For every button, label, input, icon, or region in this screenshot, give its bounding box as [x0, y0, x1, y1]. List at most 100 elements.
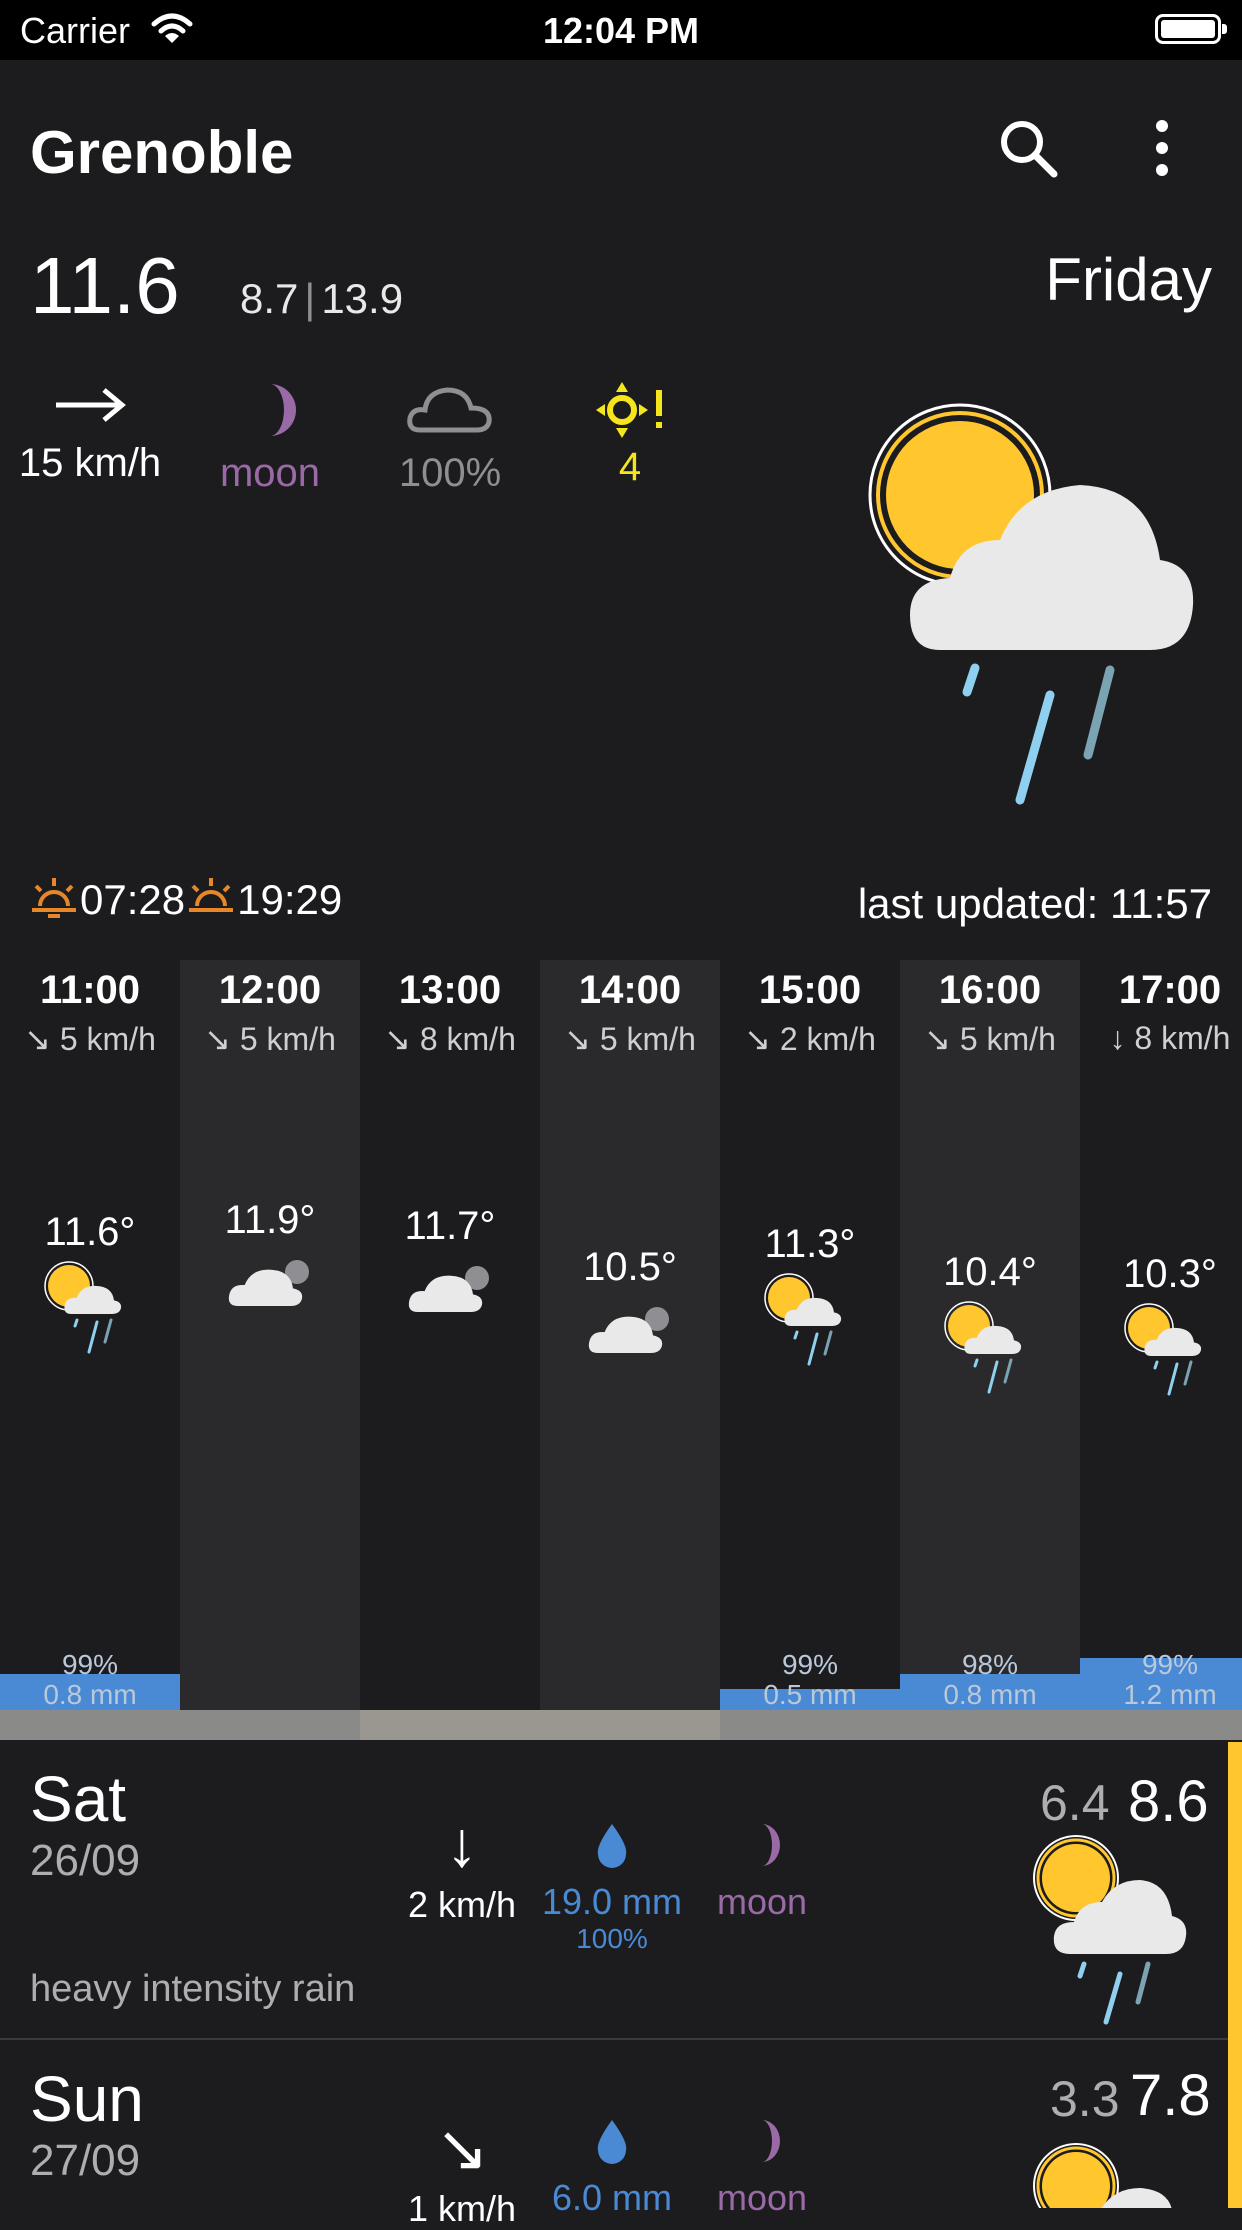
cloud-icon [228, 1260, 309, 1306]
max-temperature: 13.9 [321, 275, 404, 322]
sun-cloud-rain-icon [1033, 1835, 1187, 2025]
sun-cloud-rain-icon [1124, 1303, 1202, 1396]
status-time: 12:04 PM [542, 10, 700, 51]
daily-accent-bar [1228, 1742, 1242, 2208]
min-temperature: 8.7 [240, 275, 299, 322]
daily-row-sun[interactable]: Sun 27/09 ↘ 1 km/h 6.0 mm moon 3.3 7.8 [0, 2040, 1228, 2229]
uv-stat: 4 [540, 380, 720, 490]
hourly-time: 17:00 [1118, 968, 1222, 1012]
sunrise-icon [32, 878, 76, 918]
daily-day: Sat [30, 1763, 127, 1835]
hourly-rain-text: 99% 0.5 mm [720, 1650, 900, 1710]
hourly-rain-text: 98% 0.8 mm [900, 1650, 1080, 1710]
hourly-scroll-thumb[interactable] [360, 1710, 720, 1740]
daily-moon-label: moon [716, 2177, 808, 2218]
hourly-wind: ↘ 5 km/h [924, 1021, 1056, 1057]
hourly-wind: ↘ 5 km/h [204, 1021, 336, 1057]
wind-speed: 15 km/h [18, 441, 162, 485]
sunset-time: 19:29 [237, 876, 343, 923]
hourly-wind: ↘ 8 km/h [384, 1021, 516, 1057]
daily-date: 26/09 [30, 1836, 141, 1885]
daily-max: 8.6 [1128, 1769, 1209, 1834]
hourly-rain-text: 99% 0.8 mm [0, 1650, 180, 1710]
sun-cloud-rain-icon [868, 403, 1194, 805]
daily-moon-label: moon [716, 1881, 808, 1922]
hourly-time: 16:00 [938, 968, 1042, 1012]
sun-cloud-rain-icon [44, 1261, 122, 1354]
hourly-column[interactable]: 16:00 ↘ 5 km/h 10.4° 98% 0.8 mm [900, 960, 1080, 1710]
hourly-time: 15:00 [758, 968, 862, 1012]
hourly-rain-chance: 98% [961, 1649, 1019, 1680]
hourly-temperature: 11.7° [404, 1204, 496, 1248]
wind-arrow-icon [56, 388, 126, 422]
sunrise-time: 07:28 [80, 876, 186, 923]
cloud-cover: 100% [398, 451, 502, 495]
daily-moon: moon [662, 1820, 862, 1923]
hourly-rain-chance: 99% [1141, 1649, 1199, 1680]
status-bar: Carrier 12:04 PM [0, 0, 1242, 60]
hourly-time: 13:00 [398, 968, 502, 1012]
hourly-time: 11:00 [39, 968, 141, 1012]
daily-rain-chance: 100% [576, 1923, 648, 1954]
raindrop-icon [597, 1824, 627, 1868]
hourly-rain-text: 99% 1.2 mm [1080, 1650, 1242, 1710]
hourly-time: 12:00 [218, 968, 322, 1012]
daily-max: 7.8 [1130, 2063, 1211, 2128]
hourly-time: 14:00 [578, 968, 682, 1012]
hourly-rain-amount: 0.8 mm [43, 1679, 137, 1710]
wind-stat: 15 km/h [0, 380, 180, 486]
hourly-wind: ↓ 8 km/h [1109, 1020, 1231, 1056]
hourly-column[interactable]: 14:00 ↘ 5 km/h 10.5° [540, 960, 720, 1710]
city-title: Grenoble [30, 119, 294, 186]
hourly-rain-amount: 1.2 mm [1123, 1679, 1217, 1710]
cloud-stat: 100% [360, 380, 540, 496]
sunset-icon [189, 878, 234, 912]
hourly-wind: ↘ 5 km/h [564, 1021, 696, 1057]
daily-moon: moon [662, 2116, 862, 2219]
daily-description: heavy intensity rain [30, 1968, 356, 2010]
daily-min: 3.3 [1050, 2071, 1120, 2127]
sun-cloud-rain-icon [944, 1301, 1022, 1394]
hourly-rain-amount: 0.5 mm [763, 1679, 857, 1710]
daily-row-sat[interactable]: Sat 26/09 heavy intensity rain ↓ 2 km/h … [0, 1742, 1228, 2042]
sun-cloud-icon [1033, 2143, 1172, 2208]
hourly-wind: ↘ 2 km/h [744, 1021, 876, 1057]
hourly-temperature: 11.3° [764, 1222, 856, 1266]
raindrop-icon [597, 2120, 627, 2164]
uv-index: 4 [618, 445, 642, 489]
sun-times: 07:28 19:29 [28, 874, 342, 924]
search-icon[interactable] [988, 108, 1068, 188]
hourly-column[interactable]: 12:00 ↘ 5 km/h 11.9° [180, 960, 360, 1710]
hourly-temperature: 10.4° [943, 1250, 1037, 1294]
hourly-column[interactable]: 13:00 ↘ 8 km/h 11.7° [360, 960, 540, 1710]
battery-icon [1155, 14, 1227, 44]
hourly-temperature: 10.5° [583, 1245, 677, 1289]
daily-date: 27/09 [30, 2136, 141, 2185]
moon-label: moon [219, 451, 321, 495]
moon-stat: moon [180, 380, 360, 496]
hourly-column[interactable]: 17:00 ↓ 8 km/h 10.3° 99% 1.2 mm [1080, 960, 1242, 1710]
more-vertical-icon[interactable] [1122, 108, 1202, 188]
moon-icon [762, 1824, 780, 1866]
daily-day: Sun [30, 2063, 144, 2135]
cloud-outline-icon [407, 387, 492, 433]
hourly-column[interactable]: 11:00 ↘ 5 km/h 11.6° 99% 0.8 mm [0, 960, 180, 1710]
moon-icon [270, 384, 296, 436]
hourly-rain-chance: 99% [61, 1649, 119, 1680]
hourly-temperature: 10.3° [1123, 1252, 1217, 1296]
current-day: Friday [1045, 246, 1212, 313]
hourly-rain-amount: 0.8 mm [943, 1679, 1037, 1710]
daily-min: 6.4 [1040, 1775, 1110, 1831]
sun-cloud-rain-icon [764, 1273, 842, 1366]
min-max-separator: | [304, 275, 316, 322]
uv-sun-icon [596, 382, 662, 438]
hourly-rain-chance: 99% [781, 1649, 839, 1680]
last-updated: last updated: 11:57 [857, 880, 1212, 927]
hourly-column[interactable]: 15:00 ↘ 2 km/h 11.3° 99% 0.5 mm [720, 960, 900, 1710]
hourly-wind: ↘ 5 km/h [24, 1021, 156, 1057]
hourly-temperature: 11.6° [44, 1210, 136, 1254]
current-temperature: 11.6 [30, 241, 180, 330]
hourly-forecast[interactable]: 11:00 ↘ 5 km/h 11.6° 99% 0.8 mm 12:00 ↘ 5 km/h… [0, 960, 1242, 1740]
moon-icon [762, 2120, 780, 2162]
hourly-temperature: 11.9° [224, 1198, 316, 1242]
